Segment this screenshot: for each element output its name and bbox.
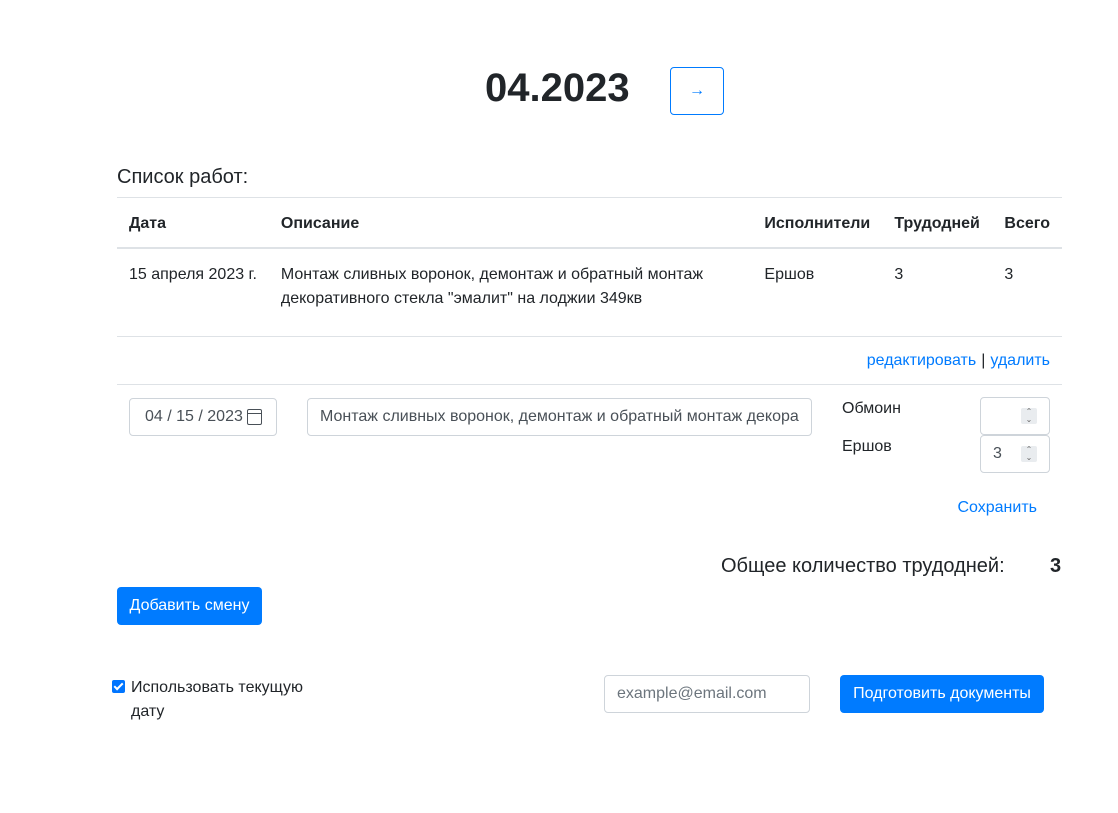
cell-date: 15 апреля 2023 г.: [117, 247, 269, 337]
date-input[interactable]: 04 / 15 / 2023: [129, 398, 277, 436]
prepare-documents-button[interactable]: Подготовить документы: [840, 675, 1044, 713]
add-shift-button[interactable]: Добавить смену: [117, 587, 262, 625]
workdays-input-value: 3: [993, 445, 1002, 462]
delete-link[interactable]: удалить: [990, 352, 1050, 370]
cell-executors: Ершов: [752, 247, 883, 337]
edit-shift-form: 04 / 15 / 2023 Монтаж сливных воронок, д…: [117, 385, 1062, 535]
use-current-date-label[interactable]: Использовать текущую дату: [112, 676, 322, 724]
works-table: Дата Описание Исполнители Трудодней Всег…: [117, 197, 1062, 337]
use-current-date-option[interactable]: Использовать текущую дату: [112, 676, 322, 724]
row-actions: редактировать | удалить: [117, 337, 1062, 385]
next-month-button[interactable]: →: [670, 67, 724, 115]
description-input[interactable]: Монтаж сливных воронок, демонтаж и обрат…: [307, 398, 812, 436]
table-row: 15 апреля 2023 г. Монтаж сливных воронок…: [117, 247, 1062, 337]
email-input[interactable]: example@email.com: [604, 675, 810, 713]
column-header-workdays: Трудодней: [882, 197, 993, 249]
work-list-title: Список работ:: [117, 166, 249, 188]
use-current-date-checkbox[interactable]: [112, 680, 125, 693]
column-header-executors: Исполнители: [752, 197, 883, 249]
worker-label-ershov: Ершов: [842, 438, 892, 455]
date-input-value: 04 / 15 / 2023: [145, 408, 243, 425]
worker-label-obmoin: Обмоин: [842, 400, 901, 417]
cell-total: 3: [992, 247, 1062, 337]
save-link[interactable]: Сохранить: [957, 499, 1037, 517]
cell-workdays: 3: [882, 247, 993, 337]
column-header-total: Всего: [992, 197, 1062, 249]
workdays-input-obmoin[interactable]: ⌃ ⌄: [980, 397, 1050, 435]
total-workdays-value: 3: [1050, 555, 1062, 577]
column-header-description: Описание: [268, 197, 753, 249]
total-workdays-label: Общее количество трудодней:: [721, 555, 1005, 577]
calendar-icon[interactable]: [247, 409, 262, 425]
workdays-input-ershov[interactable]: 3 ⌃ ⌄: [980, 435, 1050, 473]
cell-description: Монтаж сливных воронок, демонтаж и обрат…: [268, 247, 753, 337]
edit-link[interactable]: редактировать: [867, 352, 976, 370]
spinner-icon[interactable]: ⌃ ⌄: [1021, 408, 1037, 424]
table-header-row: Дата Описание Исполнители Трудодней Всег…: [117, 197, 1062, 249]
period-title: 04.2023: [485, 66, 630, 110]
action-separator: |: [981, 351, 986, 369]
spinner-icon[interactable]: ⌃ ⌄: [1021, 446, 1037, 462]
column-header-date: Дата: [117, 197, 269, 249]
